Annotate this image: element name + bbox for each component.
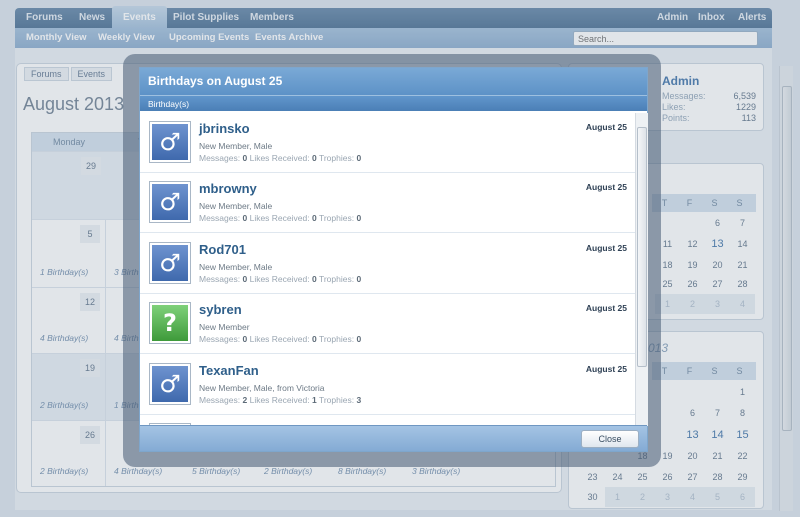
member-stats: Messages: 0 Likes Received: 0 Trophies: … — [199, 153, 361, 163]
member-username[interactable]: jbrinsko — [199, 121, 250, 136]
stat-value: 0 — [311, 274, 317, 284]
stat-value[interactable]: 0 — [356, 213, 361, 223]
member-row: ♂ TexanFan New Member, Male, from Victor… — [140, 355, 635, 415]
male-icon: ♂ — [152, 124, 188, 160]
unknown-avatar-icon: ? — [152, 305, 188, 341]
stat-value: 0 — [242, 274, 248, 284]
member-username[interactable]: TexanFan — [199, 363, 259, 378]
stat-label: Trophies: — [318, 274, 355, 284]
modal-footer: Close — [140, 425, 647, 451]
close-button[interactable]: Close — [581, 430, 639, 448]
stat-label: Messages: — [199, 213, 241, 223]
member-username[interactable]: Rod701 — [199, 242, 246, 257]
member-stats: Messages: 0 Likes Received: 0 Trophies: … — [199, 213, 361, 223]
member-avatar[interactable]: ? — [149, 302, 191, 344]
member-title: New Member, Male, from Victoria — [199, 383, 325, 393]
member-avatar[interactable]: ♂ — [149, 242, 191, 284]
stat-value: 0 — [311, 213, 317, 223]
stat-value: 0 — [311, 153, 317, 163]
modal-subtitle: Birthday(s) — [140, 95, 647, 111]
stat-label: Trophies: — [318, 395, 355, 405]
member-birthday: August 25 — [585, 122, 627, 132]
birthdays-modal: Birthdays on August 25 Birthday(s) ♂ jbr… — [139, 67, 648, 452]
stat-label: Trophies: — [318, 213, 355, 223]
male-icon: ♂ — [152, 245, 188, 281]
member-birthday: August 25 — [585, 364, 627, 374]
member-stats: Messages: 0 Likes Received: 0 Trophies: … — [199, 274, 361, 284]
male-icon: ♂ — [152, 366, 188, 402]
stat-value: 2 — [242, 395, 248, 405]
stat-value: 0 — [311, 334, 317, 344]
stat-label: Likes Received: — [249, 274, 310, 284]
stat-label: Likes Received: — [249, 153, 310, 163]
stat-value: 0 — [242, 213, 248, 223]
member-stats: Messages: 2 Likes Received: 1 Trophies: … — [199, 395, 361, 405]
male-icon: ♂ — [152, 184, 188, 220]
stat-value: 0 — [242, 334, 248, 344]
member-title: New Member, Male — [199, 201, 273, 211]
member-birthday: August 25 — [585, 243, 627, 253]
stat-label: Trophies: — [318, 334, 355, 344]
stat-value: 1 — [311, 395, 317, 405]
stat-value[interactable]: 0 — [356, 334, 361, 344]
member-birthday: August 25 — [585, 182, 627, 192]
member-stats: Messages: 0 Likes Received: 0 Trophies: … — [199, 334, 361, 344]
stat-label: Trophies: — [318, 153, 355, 163]
member-title: New Member, Male — [199, 141, 273, 151]
member-username[interactable]: sybren — [199, 302, 242, 317]
member-birthday: August 25 — [585, 303, 627, 313]
member-list-scrollbar[interactable] — [635, 113, 648, 426]
stat-label: Likes Received: — [249, 334, 310, 344]
member-list-scrollbar-thumb[interactable] — [637, 127, 647, 367]
member-row: ♂ mbrowny New Member, Male Messages: 0 L… — [140, 173, 635, 233]
stat-value[interactable]: 3 — [356, 395, 361, 405]
member-list: ♂ jbrinsko New Member, Male Messages: 0 … — [140, 113, 635, 426]
stat-label: Messages: — [199, 274, 241, 284]
member-avatar[interactable]: ♂ — [149, 121, 191, 163]
member-username[interactable]: mbrowny — [199, 181, 257, 196]
member-avatar[interactable]: ♂ — [149, 363, 191, 405]
member-title: New Member — [199, 322, 250, 332]
modal-title: Birthdays on August 25 — [140, 68, 647, 95]
stat-value[interactable]: 0 — [356, 274, 361, 284]
stat-value: 0 — [242, 153, 248, 163]
stat-value[interactable]: 0 — [356, 153, 361, 163]
stat-label: Likes Received: — [249, 395, 310, 405]
member-row: ? sybren New Member Messages: 0 Likes Re… — [140, 294, 635, 354]
member-avatar[interactable]: ♂ — [149, 181, 191, 223]
stat-label: Messages: — [199, 153, 241, 163]
member-row: ♂ jbrinsko New Member, Male Messages: 0 … — [140, 113, 635, 173]
member-title: New Member, Male — [199, 262, 273, 272]
stat-label: Messages: — [199, 334, 241, 344]
member-row: ♂ Rod701 New Member, Male Messages: 0 Li… — [140, 234, 635, 294]
stat-label: Likes Received: — [249, 213, 310, 223]
stat-label: Messages: — [199, 395, 241, 405]
